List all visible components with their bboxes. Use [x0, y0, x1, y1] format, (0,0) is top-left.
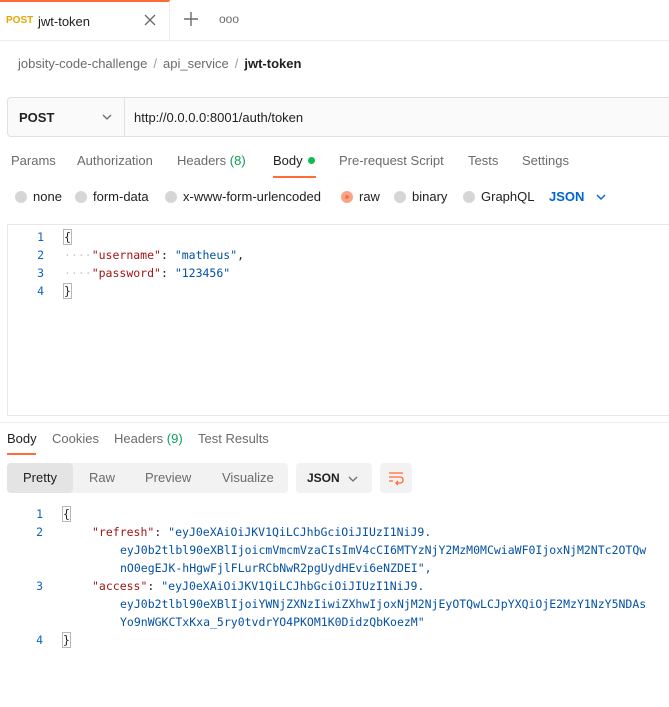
radio-label: x-www-form-urlencoded	[183, 189, 321, 204]
response-tab-test-results[interactable]: Test Results	[198, 431, 269, 446]
json-punct: ,	[237, 248, 245, 262]
close-brace: }	[63, 283, 72, 299]
radio-circle	[15, 191, 27, 203]
line-number: 4	[37, 284, 44, 298]
response-tab-cookies[interactable]: Cookies	[52, 431, 99, 446]
response-body-viewer[interactable]: 1 2 3 4 { "refresh": "eyJ0eXAiOiJKV1QiLC…	[0, 505, 669, 665]
close-brace: }	[62, 632, 71, 648]
new-tab-plus-icon[interactable]	[182, 10, 200, 28]
code-line: "refresh": "eyJ0eXAiOiJKV1QiLCJhbGciOiJI…	[92, 525, 432, 539]
json-value-continuation: nO0egEJK-hHgwFjlFLurRCbNwR2pgUydHEvi6eNZ…	[120, 561, 432, 575]
request-tab[interactable]: POST jwt-token	[0, 0, 170, 40]
line-number: 4	[36, 633, 43, 647]
line-number: 1	[36, 507, 43, 521]
more-options-icon[interactable]: ooo	[219, 12, 239, 26]
breadcrumb: jobsity-code-challenge / api_service / jwt-t…	[18, 56, 302, 71]
open-brace: {	[63, 229, 72, 245]
radio-label: GraphQL	[481, 189, 535, 204]
view-mode-preview[interactable]: Preview	[145, 470, 191, 485]
tab-headers[interactable]: Headers (8)	[177, 153, 246, 168]
method-select[interactable]: POST	[8, 98, 125, 136]
body-language-label: JSON	[549, 189, 585, 204]
tab-headers-label: Headers	[177, 153, 227, 168]
close-icon[interactable]	[142, 12, 158, 28]
radio-label: binary	[412, 189, 448, 204]
radio-circle	[394, 191, 406, 203]
json-value-continuation: Yo9nWGKCTxKxa_5ry0tvdrYO4PKOM1K0DidzQbKo…	[120, 615, 425, 629]
tab-settings[interactable]: Settings	[522, 153, 569, 168]
chevron-down-icon	[596, 194, 606, 200]
json-key: "access"	[92, 579, 148, 593]
tab-method: POST	[6, 15, 34, 26]
code-line: ····"username": "matheus",	[64, 248, 245, 262]
tab-headers-count: (8)	[229, 153, 246, 168]
wrap-lines-icon	[389, 472, 404, 486]
json-key: "password"	[91, 266, 161, 280]
json-value: "eyJ0eXAiOiJKV1QiLCJhbGciOiJIUzI1NiJ9.	[161, 579, 425, 593]
json-value: "123456"	[174, 266, 231, 280]
json-value: "matheus"	[174, 248, 238, 262]
tab-tests[interactable]: Tests	[468, 153, 498, 168]
json-key: "username"	[91, 248, 161, 262]
response-tab-headers[interactable]: Headers (9)	[114, 431, 183, 446]
wrap-lines-button[interactable]	[380, 463, 412, 493]
radio-label: form-data	[93, 189, 149, 204]
active-response-tab-underline	[7, 453, 36, 455]
url-bar: POST http://0.0.0.0:8001/auth/token	[7, 97, 669, 137]
view-mode-pretty[interactable]: Pretty	[23, 470, 57, 485]
code-line: ····"password": "123456"	[64, 266, 231, 280]
breadcrumb-collection[interactable]: jobsity-code-challenge	[18, 56, 147, 71]
response-headers-count: (9)	[166, 431, 183, 446]
radio-circle	[463, 191, 475, 203]
radio-circle	[75, 191, 87, 203]
view-mode-visualize[interactable]: Visualize	[222, 470, 274, 485]
json-key: "refresh"	[92, 525, 155, 539]
response-format-select[interactable]: JSON	[296, 463, 372, 493]
url-input[interactable]: http://0.0.0.0:8001/auth/token	[134, 110, 303, 125]
body-language-select[interactable]: JSON	[549, 189, 606, 204]
radio-circle	[165, 191, 177, 203]
line-number: 2	[36, 525, 43, 539]
method-label: POST	[19, 110, 55, 125]
line-number: 1	[37, 230, 44, 244]
active-tab-underline	[273, 176, 316, 178]
body-indicator-dot	[307, 157, 315, 164]
response-tab-headers-label: Headers	[114, 431, 164, 446]
radio-label: raw	[359, 189, 380, 204]
response-divider	[0, 422, 669, 423]
tab-pre-request-script[interactable]: Pre-request Script	[339, 153, 444, 168]
line-number: 2	[37, 248, 44, 262]
radio-label: none	[33, 189, 62, 204]
json-value: "eyJ0eXAiOiJKV1QiLCJhbGciOiJIUzI1NiJ9.	[168, 525, 432, 539]
json-value-continuation: eyJ0b2tlbl90eXBlIjoicmVmcmVzaCIsImV4cCI6…	[120, 543, 647, 557]
open-brace: {	[62, 506, 71, 522]
view-mode-raw[interactable]: Raw	[89, 470, 115, 485]
json-value-continuation: eyJ0b2tlbl90eXBlIjoiYWNjZXNzIiwiZXhwIjox…	[120, 597, 647, 611]
line-number: 3	[37, 266, 44, 280]
request-body-editor[interactable]: 1 2 3 4 { ····"username": "matheus", ···…	[7, 224, 669, 416]
line-number: 3	[36, 579, 43, 593]
response-format-label: JSON	[307, 471, 340, 485]
tab-authorization[interactable]: Authorization	[77, 153, 153, 168]
chevron-down-icon	[348, 476, 358, 482]
breadcrumb-request[interactable]: jwt-token	[244, 56, 301, 71]
tab-params[interactable]: Params	[11, 153, 56, 168]
response-tab-body[interactable]: Body	[7, 431, 37, 446]
chevron-down-icon	[102, 114, 112, 120]
tab-body-label: Body	[273, 153, 303, 168]
view-mode-switcher: Pretty Raw Preview Visualize	[7, 463, 288, 493]
tab-bar: POST jwt-token ooo	[0, 0, 669, 41]
code-line: "access": "eyJ0eXAiOiJKV1QiLCJhbGciOiJIU…	[92, 579, 425, 593]
radio-circle-selected	[341, 191, 353, 203]
breadcrumb-folder[interactable]: api_service	[163, 56, 229, 71]
tab-name: jwt-token	[38, 14, 91, 29]
tab-body[interactable]: Body	[273, 153, 315, 168]
